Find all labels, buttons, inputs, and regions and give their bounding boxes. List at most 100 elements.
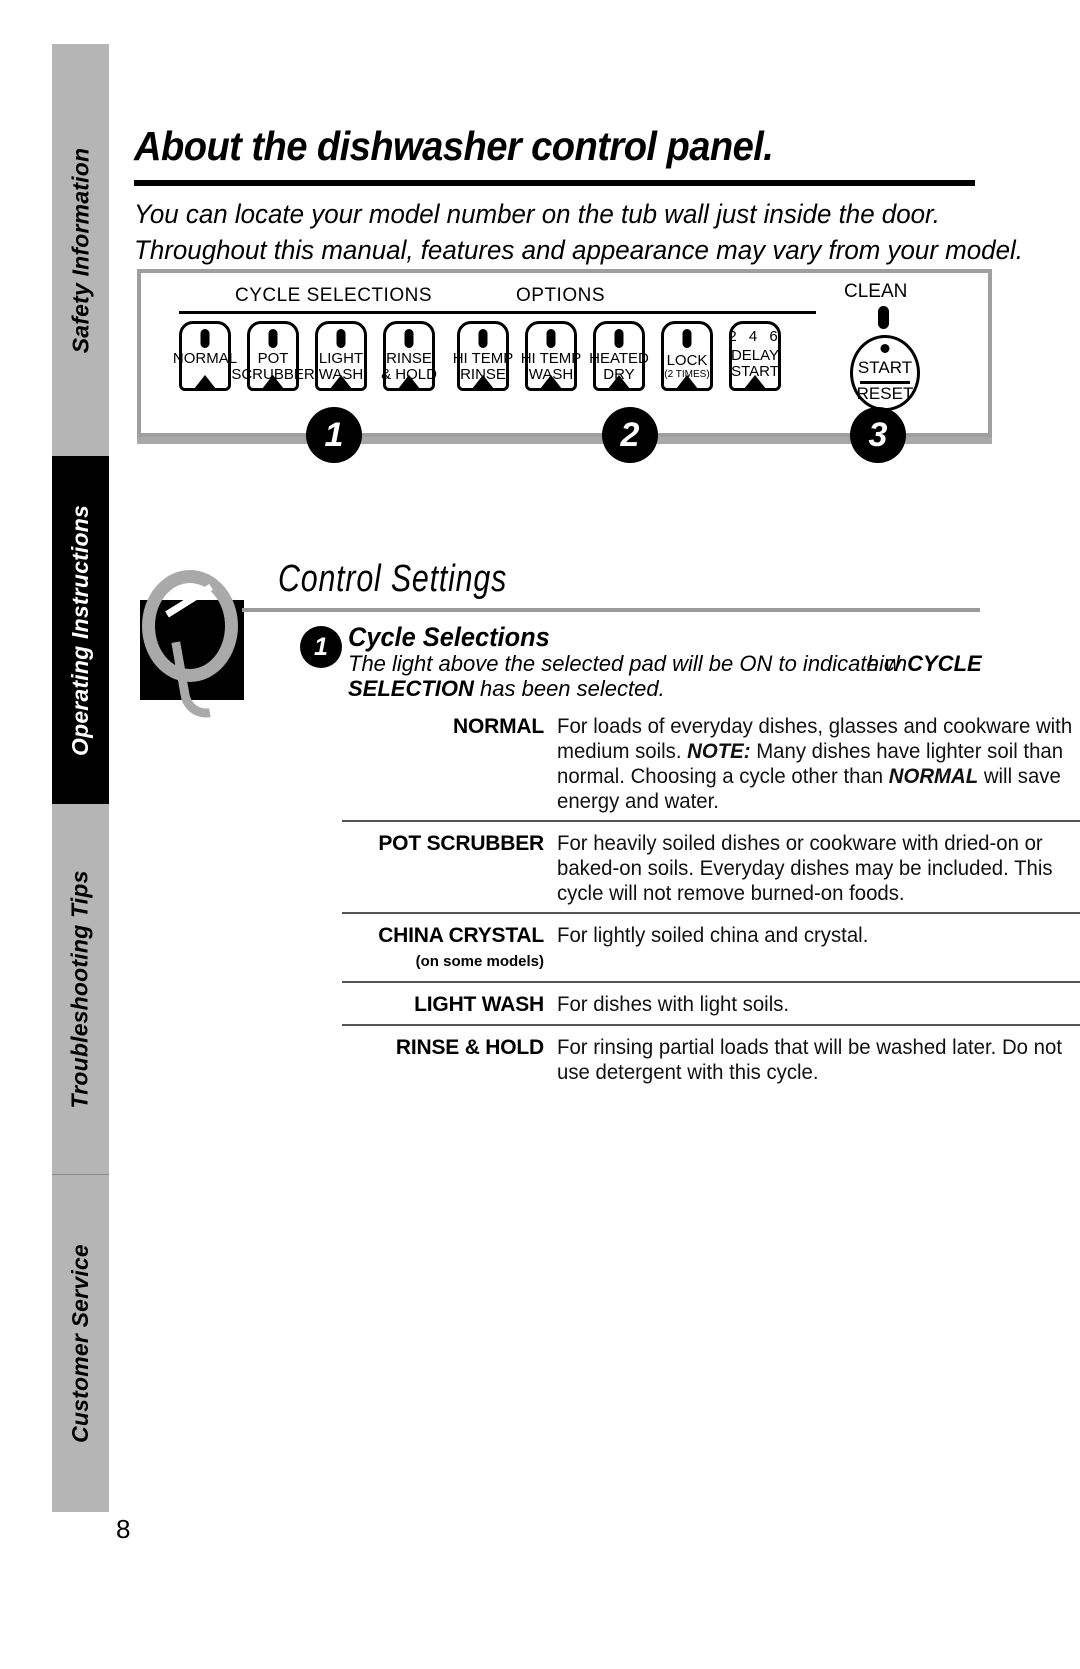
clean-led-icon [878,306,889,329]
pad-notch-icon [472,375,494,389]
cycle-label: CHINA CRYSTAL (on some models) [342,923,557,975]
cycle-label-text: LIGHT WASH [414,993,544,1016]
cycle-label-text: CHINA CRYSTAL [378,924,544,947]
sidebar-item-label: Troubleshooting Tips [67,869,94,1109]
pad-notch-icon [262,375,284,389]
desc-bold-selection: SELECTION [348,676,474,701]
pad-label-line1: HI TEMP [452,350,514,367]
cycle-label-note: (on some models) [415,953,544,970]
table-row: LIGHT WASH For dishes with light soils. [342,981,1080,1024]
pad-heated-dry[interactable]: HEATED DRY [589,321,649,391]
cycle-label: NORMAL [342,714,557,814]
led-indicator-icon [614,329,624,348]
start-led-icon [880,344,890,353]
pad-light-wash[interactable]: LIGHT WASH [315,321,367,391]
pad-label-line1: RINSE [386,350,432,367]
pad-notch-icon [608,375,630,389]
cycle-description: For dishes with light soils. [557,992,1080,1018]
pad-notch-icon [676,375,698,389]
pad-lock[interactable]: LOCK (2 TIMES) [661,321,713,391]
pad-notch-icon [330,375,352,389]
led-indicator-icon [546,329,556,348]
pad-normal[interactable]: NORMAL [173,321,237,391]
led-indicator-icon [404,329,414,348]
reset-label: RESET [856,384,914,403]
sidebar-item-label: Operating Instructions [67,504,94,756]
sidebar-item-operating-instructions[interactable]: Operating Instructions [52,456,109,804]
section-underline [242,608,980,612]
desc-bold-cycle: CYCLE [907,651,982,676]
group-title-options: OPTIONS [516,285,606,306]
sidebar-item-label: Customer Service [67,1244,94,1443]
desc-part-2: has been selected. [473,676,665,701]
group-rule-options [446,311,816,314]
cycle-description: For lightly soiled china and crystal. [557,923,1080,975]
led-indicator-icon [200,329,210,348]
start-reset-button[interactable]: START RESET [850,335,920,411]
desc-overlap-text: hich [866,651,908,676]
desc-seg-1: For heavily soiled dishes or cookware wi… [557,832,1053,905]
pad-notch-icon [194,375,216,389]
desc-bold-normal: NORMAL [888,765,979,788]
pad-hi-temp-wash[interactable]: HI TEMP WASH [521,321,581,391]
cycle-selections-heading: Cycle Selections [348,622,550,652]
pad-delay-numbers: 2 4 6 [728,328,782,345]
pad-label-line1: DELAY [730,347,780,364]
intro-line-1: You can locate your model number on the … [134,199,940,229]
section-title-control-settings: Control Settings [278,558,508,600]
cycle-description: For loads of everyday dishes, glasses an… [557,714,1080,814]
desc-seg-1: For lightly soiled china and crystal. [557,924,869,947]
table-row: RINSE & HOLD For rinsing partial loads t… [342,1024,1080,1091]
pad-label: NORMAL [172,350,238,367]
desc-part-1: The light above the selected pad will be… [348,651,901,676]
sidebar-item-label: Safety Information [67,147,94,353]
cycle-selections-description: The light above the selected pad will be… [348,651,1080,701]
cycle-description: For heavily soiled dishes or cookware wi… [557,831,1080,906]
desc-bold-note: NOTE: [687,740,751,763]
table-row: POT SCRUBBER For heavily soiled dishes o… [342,820,1080,912]
page-number: 8 [116,1514,131,1544]
title-underline [134,180,975,186]
table-row: CHINA CRYSTAL (on some models) For light… [342,912,1080,981]
cycle-descriptions-table: NORMAL For loads of everyday dishes, gla… [342,705,1080,1091]
pad-pot-scrubber[interactable]: POT SCRUBBER [231,321,315,391]
cycle-label: RINSE & HOLD [342,1035,557,1085]
cycle-label: POT SCRUBBER [342,831,557,906]
callout-bullet-3: 3 [850,407,906,463]
pad-label-line1: POT [257,350,289,367]
desc-seg-1: For dishes with light soils. [557,993,790,1016]
cycle-selections-bullet: 1 [300,626,342,668]
pad-hi-temp-rinse[interactable]: HI TEMP RINSE [453,321,513,391]
callout-bullet-1: 1 [306,407,362,463]
cycle-label-text: POT SCRUBBER [378,832,544,855]
intro-paragraph: You can locate your model number on the … [134,196,1080,268]
led-indicator-icon [478,329,488,348]
pad-label-line1: LIGHT [318,350,364,367]
callout-bullet-2: 2 [602,407,658,463]
page-content: About the dishwasher control panel. You … [134,0,1080,1669]
cycle-label: LIGHT WASH [342,992,557,1018]
cycle-description: For rinsing partial loads that will be w… [557,1035,1080,1085]
group-title-cycle-selections: CYCLE SELECTIONS [235,285,432,306]
knob-illustration [134,548,274,722]
page-title: About the dishwasher control panel. [134,123,774,169]
pad-delay-start[interactable]: 2 4 6 DELAY START [728,321,782,391]
sidebar-item-customer-service[interactable]: Customer Service [52,1175,109,1512]
pad-label-line1: HI TEMP [520,350,582,367]
pad-rinse-hold[interactable]: RINSE & HOLD [381,321,437,391]
table-row: NORMAL For loads of everyday dishes, gla… [342,705,1080,820]
clean-indicator-label: CLEAN [844,281,908,302]
led-indicator-icon [682,329,692,348]
manual-page: Safety Information Operating Instruction… [0,0,1080,1669]
start-label: START [857,358,913,377]
pad-notch-icon [540,375,562,389]
cycle-label-text: RINSE & HOLD [395,1036,544,1059]
pad-label-line1: HEATED [589,350,649,367]
desc-seg-1: For rinsing partial loads that will be w… [557,1036,1062,1084]
sidebar-rail: Safety Information Operating Instruction… [52,44,109,1512]
group-rule-cycle-selections [179,311,449,314]
pad-label-line1: LOCK [666,352,708,369]
intro-line-2: Throughout this manual, features and app… [134,235,1023,265]
sidebar-item-troubleshooting-tips[interactable]: Troubleshooting Tips [52,804,109,1174]
sidebar-item-safety-information[interactable]: Safety Information [52,44,109,456]
